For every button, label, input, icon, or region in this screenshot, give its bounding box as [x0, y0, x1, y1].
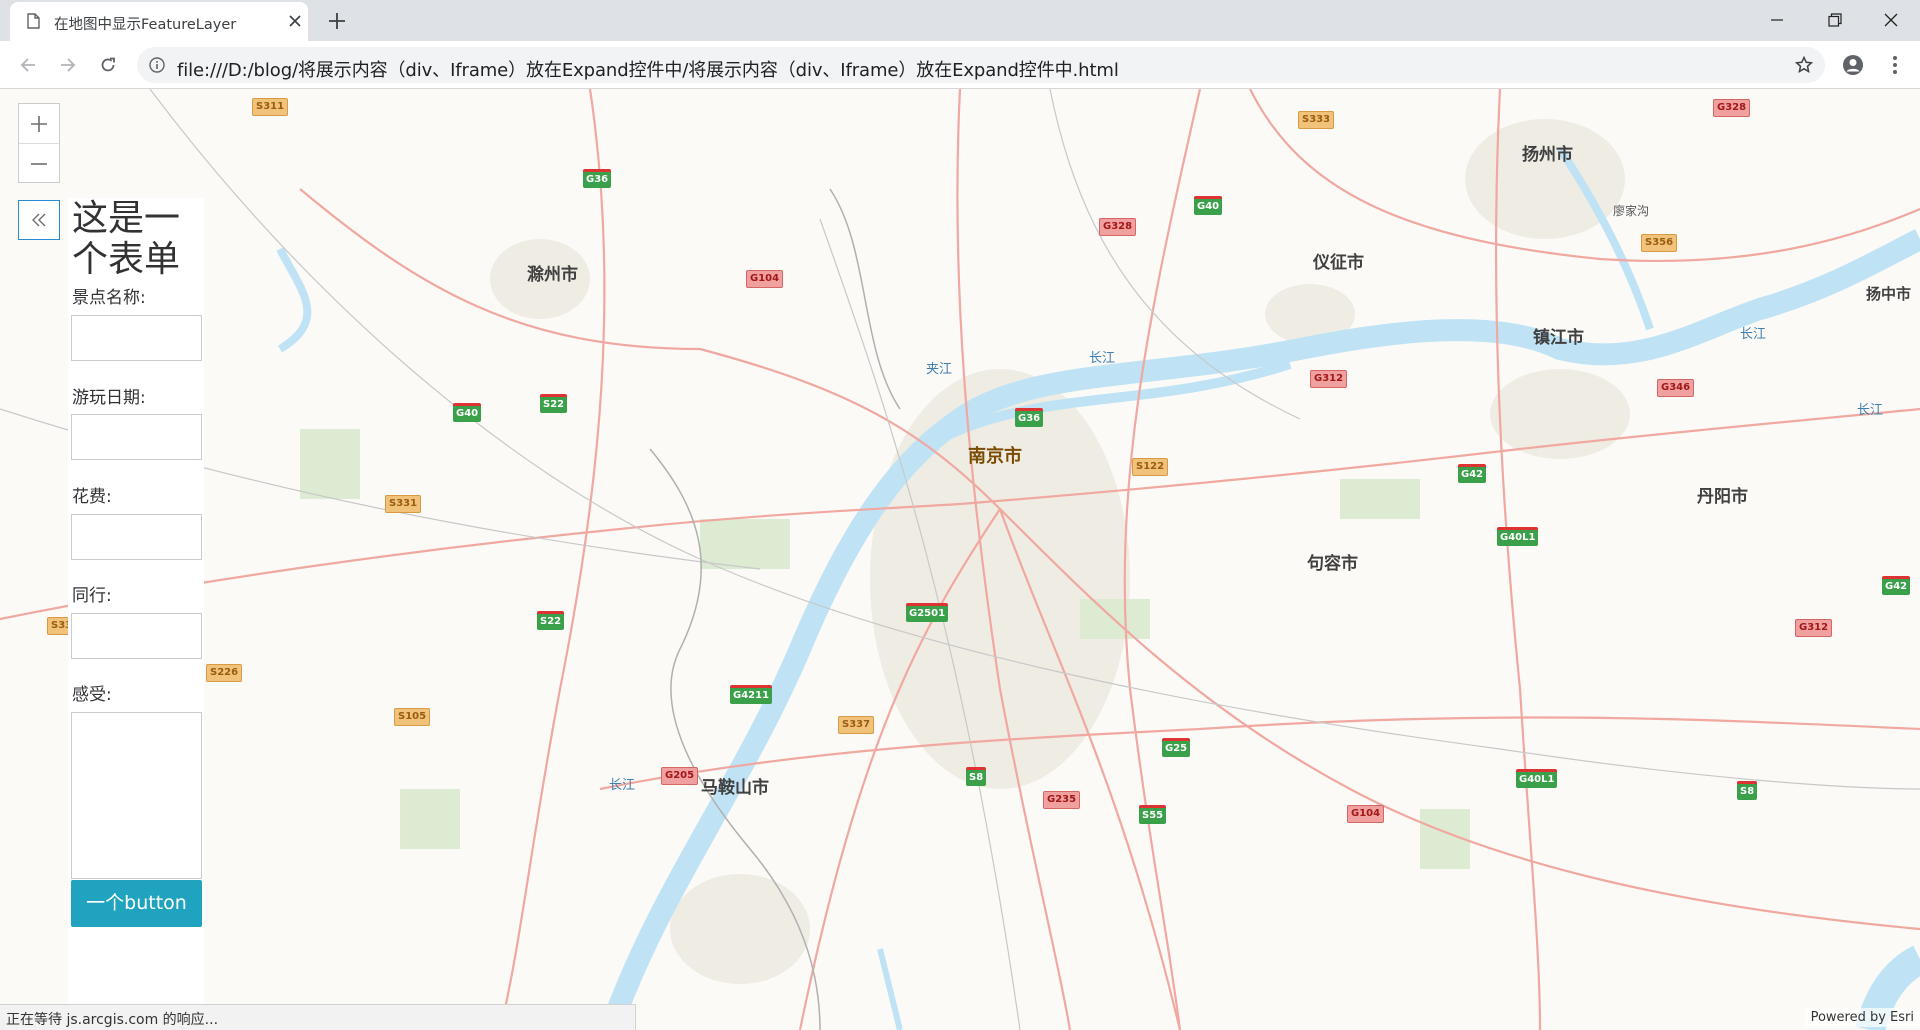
zoom-out-button[interactable] — [19, 143, 59, 182]
road-shield: S122 — [1132, 458, 1169, 476]
zoom-control — [18, 103, 60, 183]
expand-content-form: 这是一个表单 景点名称: 游玩日期: 花费: 同行: 感受: 一个button — [68, 198, 204, 1030]
minus-icon — [31, 163, 47, 165]
road-shield: S55 — [1139, 805, 1167, 824]
close-tab-icon[interactable] — [286, 12, 304, 30]
bookmark-star-icon[interactable] — [1795, 56, 1813, 74]
river-label: 夹江 — [926, 362, 953, 377]
city-label: 仪征市 — [1313, 253, 1364, 273]
road-shield: G312 — [1310, 370, 1348, 388]
restore-button[interactable] — [1806, 0, 1864, 41]
form-title: 这是一个表单 — [72, 198, 181, 280]
road-shield: G235 — [1043, 791, 1081, 809]
road-shield: S105 — [394, 708, 431, 726]
road-shield: G42 — [1458, 464, 1487, 483]
road-shield: G205 — [661, 767, 699, 785]
city-label: 句容市 — [1307, 554, 1358, 574]
cost-input[interactable] — [71, 514, 202, 560]
city-label: 丹阳市 — [1697, 487, 1748, 507]
road-shield: S8 — [966, 767, 987, 786]
road-shield: G36 — [583, 169, 612, 188]
map-view[interactable]: 扬州市 仪征市 滁州市 镇江市 扬中市 南京市 丹阳市 句容市 马鞍山市 夹江 … — [0, 89, 1920, 1030]
label-feelings: 感受: — [72, 685, 112, 705]
river-label: 长江 — [609, 778, 636, 793]
reload-icon — [101, 57, 115, 72]
road-shield: G25 — [1162, 738, 1191, 757]
reload-button[interactable] — [94, 51, 122, 79]
browser-tab[interactable]: 在地图中显示FeatureLayer — [10, 2, 308, 41]
road-shield: S356 — [1641, 234, 1678, 252]
scenic-spot-input[interactable] — [71, 315, 202, 361]
road-shield: S337 — [838, 716, 875, 734]
plus-icon — [31, 116, 47, 132]
account-icon[interactable] — [1841, 53, 1865, 77]
expand-collapse-button[interactable] — [18, 200, 60, 240]
minimize-icon — [1771, 19, 1783, 21]
road-shield: G40 — [1194, 196, 1223, 215]
forward-button[interactable] — [54, 51, 82, 79]
label-companions: 同行: — [72, 586, 112, 606]
place-label: 廖家沟 — [1613, 204, 1650, 218]
city-label: 马鞍山市 — [701, 778, 769, 798]
city-label: 镇江市 — [1533, 328, 1584, 348]
arrow-left-icon — [20, 58, 35, 72]
city-label: 扬中市 — [1866, 285, 1912, 303]
river-label: 长江 — [1857, 403, 1884, 418]
road-shield: S226 — [206, 664, 243, 682]
city-label: 扬州市 — [1522, 145, 1573, 165]
submit-button[interactable]: 一个button — [71, 880, 202, 927]
double-chevron-left-icon — [32, 213, 46, 227]
road-shield: S333 — [1298, 111, 1335, 129]
road-shield: G36 — [1015, 408, 1044, 427]
road-shield: G104 — [746, 270, 784, 288]
restore-icon — [1828, 13, 1842, 27]
back-button[interactable] — [14, 51, 42, 79]
river-label: 长江 — [1089, 351, 1116, 366]
info-icon[interactable] — [149, 57, 165, 73]
address-bar[interactable]: file:///D:/blog/将展示内容（div、Iframe）放在Expan… — [137, 47, 1825, 83]
road-shield: G2501 — [906, 603, 949, 622]
road-shield: S311 — [252, 98, 289, 116]
browser-toolbar: file:///D:/blog/将展示内容（div、Iframe）放在Expan… — [0, 41, 1920, 89]
arrow-right-icon — [61, 58, 76, 72]
road-shield: G346 — [1657, 379, 1695, 397]
road-shield: S331 — [385, 495, 422, 513]
road-shield: G328 — [1099, 218, 1137, 236]
river-label: 长江 — [1740, 327, 1767, 342]
road-shield: S22 — [537, 611, 565, 630]
minimize-button[interactable] — [1748, 0, 1806, 41]
road-shield: G104 — [1347, 805, 1385, 823]
document-icon — [27, 13, 40, 29]
visit-date-input[interactable] — [71, 414, 202, 460]
road-shield: G40 — [453, 403, 482, 422]
road-shield: G40L1 — [1497, 527, 1539, 546]
city-label: 南京市 — [968, 446, 1022, 467]
esri-attribution[interactable]: Powered by Esri — [1804, 1008, 1920, 1027]
label-cost: 花费: — [72, 487, 112, 507]
road-shield: G328 — [1713, 99, 1751, 117]
road-shield: G42 — [1882, 576, 1911, 595]
new-tab-icon[interactable] — [326, 10, 348, 32]
browser-titlebar: 在地图中显示FeatureLayer — [0, 0, 1920, 41]
status-bar: 正在等待 js.arcgis.com 的响应... — [0, 1004, 636, 1030]
basemap — [0, 89, 1920, 1030]
label-scenic-spot: 景点名称: — [72, 288, 146, 308]
feelings-textarea[interactable] — [71, 712, 202, 879]
road-shield: S8 — [1737, 781, 1758, 800]
zoom-in-button[interactable] — [19, 104, 59, 143]
road-shield: G40L1 — [1516, 769, 1558, 788]
label-visit-date: 游玩日期: — [72, 388, 146, 408]
close-window-button[interactable] — [1862, 0, 1920, 41]
city-label: 滁州市 — [527, 265, 578, 285]
close-window-icon — [1884, 13, 1898, 27]
url-text: file:///D:/blog/将展示内容（div、Iframe）放在Expan… — [177, 60, 1119, 81]
road-shield: S22 — [540, 394, 568, 413]
companions-input[interactable] — [71, 613, 202, 659]
menu-dots-icon[interactable] — [1883, 53, 1907, 77]
road-shield: G4211 — [730, 685, 773, 704]
tab-title: 在地图中显示FeatureLayer — [54, 17, 237, 33]
road-shield: G312 — [1795, 619, 1833, 637]
